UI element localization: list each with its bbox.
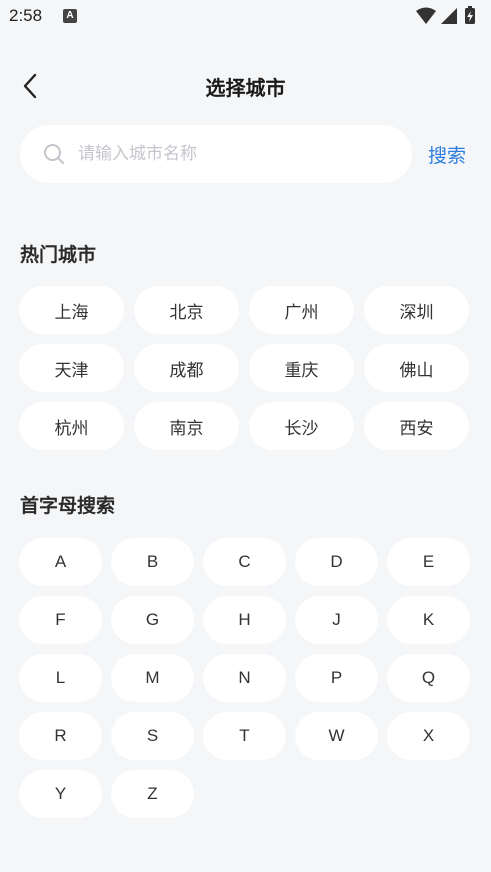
letter-chip[interactable]: A: [19, 538, 102, 586]
letter-chip[interactable]: X: [387, 712, 470, 760]
letter-chip[interactable]: T: [203, 712, 286, 760]
letter-chip[interactable]: E: [387, 538, 470, 586]
search-input[interactable]: [78, 144, 378, 164]
search-box[interactable]: [20, 125, 412, 183]
wifi-icon: [416, 7, 436, 24]
city-chip[interactable]: 重庆: [249, 344, 354, 392]
city-chip[interactable]: 广州: [249, 286, 354, 334]
letter-chip[interactable]: F: [19, 596, 102, 644]
city-chip[interactable]: 北京: [134, 286, 239, 334]
letter-chip[interactable]: D: [295, 538, 378, 586]
city-chip[interactable]: 佛山: [364, 344, 469, 392]
page-title: 选择城市: [205, 76, 286, 100]
letter-chip[interactable]: B: [111, 538, 194, 586]
letter-chip[interactable]: Z: [111, 770, 194, 818]
city-chip[interactable]: 南京: [134, 402, 239, 450]
letter-chip[interactable]: H: [203, 596, 286, 644]
letter-chip[interactable]: K: [387, 596, 470, 644]
city-chip[interactable]: 成都: [134, 344, 239, 392]
city-chip[interactable]: 长沙: [249, 402, 354, 450]
letter-chip[interactable]: P: [295, 654, 378, 702]
letter-chip[interactable]: G: [111, 596, 194, 644]
letter-chip[interactable]: C: [203, 538, 286, 586]
battery-icon: [465, 6, 475, 24]
letter-grid: A B C D E F G H J K L M N P Q R S T W X …: [19, 538, 471, 818]
notification-icon: A: [63, 9, 77, 23]
search-button[interactable]: 搜索: [428, 141, 466, 168]
signal-icon: [441, 8, 457, 24]
city-chip[interactable]: 天津: [19, 344, 124, 392]
letter-chip[interactable]: Y: [19, 770, 102, 818]
city-chip[interactable]: 深圳: [364, 286, 469, 334]
status-time: 2:58: [9, 6, 43, 25]
letter-chip[interactable]: J: [295, 596, 378, 644]
letter-chip[interactable]: L: [19, 654, 102, 702]
letter-chip[interactable]: W: [295, 712, 378, 760]
search-icon: [44, 144, 64, 164]
letter-search-title: 首字母搜索: [20, 495, 116, 517]
letter-chip[interactable]: S: [111, 712, 194, 760]
status-icons: [415, 6, 483, 26]
letter-chip[interactable]: R: [19, 712, 102, 760]
letter-chip[interactable]: Q: [387, 654, 470, 702]
city-chip[interactable]: 西安: [364, 402, 469, 450]
status-bar: 2:58 A: [0, 0, 491, 34]
header: 选择城市: [0, 60, 491, 112]
letter-chip[interactable]: N: [203, 654, 286, 702]
city-chip[interactable]: 杭州: [19, 402, 124, 450]
letter-chip[interactable]: M: [111, 654, 194, 702]
hot-cities-title: 热门城市: [20, 244, 97, 266]
hot-cities-grid: 上海 北京 广州 深圳 天津 成都 重庆 佛山 杭州 南京 长沙 西安: [19, 286, 471, 450]
city-chip[interactable]: 上海: [19, 286, 124, 334]
